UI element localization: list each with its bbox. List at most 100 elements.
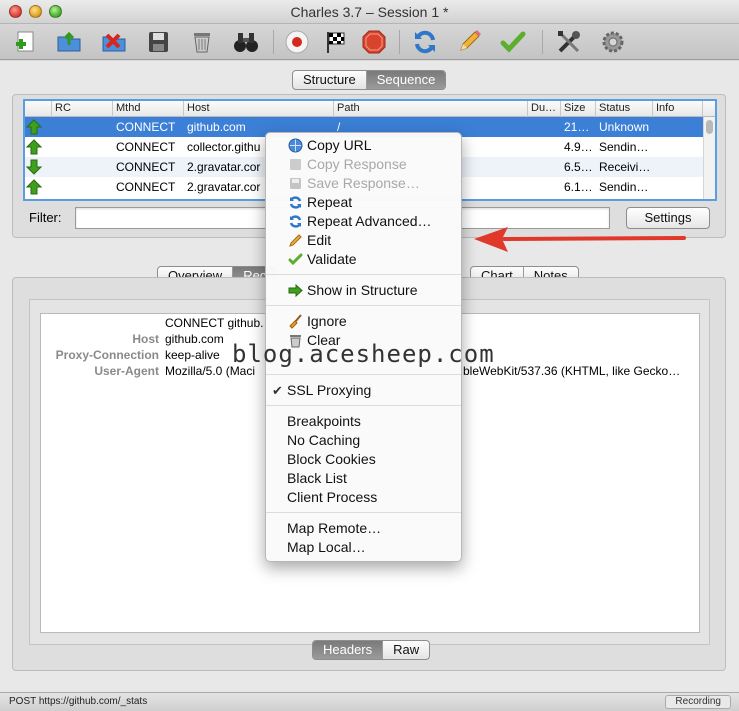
toolbar-separator [542, 30, 543, 54]
user-agent-continuation: bleWebKit/537.36 (KHTML, like Gecko… [463, 364, 681, 378]
menu-item-label: Edit [307, 232, 332, 248]
menu-item-repeat-advanced[interactable]: Repeat Advanced… [266, 212, 461, 231]
copy-response-icon [290, 159, 301, 170]
menu-item-edit[interactable]: Edit [266, 231, 461, 250]
menu-separator [266, 405, 461, 406]
down-arrow-icon [26, 159, 42, 175]
header-key: Proxy-Connection [55, 348, 159, 362]
watermark: blog.acesheep.com [232, 340, 495, 368]
menu-item-client-process[interactable]: Client Process [266, 488, 461, 507]
filter-label: Filter: [29, 210, 62, 225]
menu-item-black-list[interactable]: Black List [266, 469, 461, 488]
tab-sequence[interactable]: Sequence [366, 71, 446, 89]
toolbar-separator [399, 30, 400, 54]
status-text: POST https://github.com/_stats [9, 696, 148, 707]
toolbar-separator [273, 30, 274, 54]
menu-item-label: Map Remote… [287, 520, 382, 536]
body-view-tabs: Headers Raw [312, 640, 431, 660]
menu-item-map-local[interactable]: Map Local… [266, 538, 461, 557]
cell-size: 6.1… [564, 180, 593, 194]
menu-item-ignore[interactable]: Ignore [266, 312, 461, 331]
broom-icon [289, 314, 302, 329]
tab-headers[interactable]: Headers [313, 641, 384, 659]
table-scrollbar[interactable] [703, 117, 715, 199]
save-icon[interactable] [144, 28, 172, 56]
save-response-icon [290, 178, 301, 189]
menu-item-label: Block Cookies [287, 451, 376, 467]
tab-structure[interactable]: Structure [293, 71, 367, 89]
status-bar: POST https://github.com/_stats Recording [0, 692, 739, 711]
header-value: keep-alive [165, 348, 220, 362]
menu-item-label: Copy URL [307, 137, 372, 153]
menu-item-validate[interactable]: Validate [266, 250, 461, 269]
breakpoints-stop-icon[interactable] [360, 28, 388, 56]
cell-size: 4.9… [564, 140, 593, 154]
column-header-duration[interactable]: Du… [528, 101, 561, 117]
menu-separator [266, 374, 461, 375]
open-session-icon[interactable] [55, 28, 83, 56]
close-session-icon[interactable] [100, 28, 128, 56]
menu-item-block-cookies[interactable]: Block Cookies [266, 450, 461, 469]
menu-item-copy-response: Copy Response [266, 155, 461, 174]
column-header-size[interactable]: Size [561, 101, 596, 117]
menu-item-label: Black List [287, 470, 347, 486]
menu-item-breakpoints[interactable]: Breakpoints [266, 412, 461, 431]
settings-gear-icon[interactable] [599, 28, 627, 56]
validate-check-icon[interactable] [499, 28, 527, 56]
recording-badge[interactable]: Recording [665, 695, 731, 709]
menu-item-label: Validate [307, 251, 357, 267]
menu-item-map-remote[interactable]: Map Remote… [266, 519, 461, 538]
column-header-rc[interactable]: RC [52, 101, 113, 117]
cell-method: CONNECT [116, 120, 176, 134]
menu-item-label: Save Response… [307, 175, 420, 191]
menu-item-no-caching[interactable]: No Caching [266, 431, 461, 450]
menu-item-label: Ignore [307, 313, 347, 329]
new-session-icon[interactable] [12, 28, 40, 56]
menu-item-label: Map Local… [287, 539, 366, 555]
header-key: User-Agent [94, 364, 159, 378]
checkmark-icon: ✔ [272, 383, 283, 398]
binoculars-icon[interactable] [232, 28, 260, 56]
menu-item-label: SSL Proxying [287, 382, 372, 398]
column-header-path[interactable]: Path [334, 101, 528, 117]
trash-icon[interactable] [188, 28, 216, 56]
cell-size: 21… [564, 120, 590, 134]
menu-separator [266, 274, 461, 275]
check-icon [288, 253, 303, 266]
menu-item-label: Repeat [307, 194, 353, 210]
request-line: CONNECT github. [165, 316, 264, 330]
copy-url-icon [288, 138, 303, 153]
cell-method: CONNECT [116, 180, 176, 194]
record-icon[interactable] [283, 28, 311, 56]
menu-item-label: Copy Response [307, 156, 407, 172]
cell-method: CONNECT [116, 140, 176, 154]
menu-item-label: No Caching [287, 432, 361, 448]
tab-raw[interactable]: Raw [383, 641, 429, 659]
menu-item-ssl-proxying[interactable]: ✔ SSL Proxying [266, 381, 461, 400]
tools-icon[interactable] [555, 28, 583, 56]
menu-item-label: Show in Structure [307, 282, 418, 298]
menu-item-copy-url[interactable]: Copy URL [266, 136, 461, 155]
column-header-direction[interactable] [25, 101, 52, 117]
throttle-flag-icon[interactable] [322, 28, 350, 56]
menu-item-show-in-structure[interactable]: Show in Structure [266, 281, 461, 300]
edit-pencil-icon[interactable] [455, 28, 483, 56]
column-header-method[interactable]: Mthd [113, 101, 184, 117]
header-value: github.com [165, 332, 224, 346]
cell-method: CONNECT [116, 160, 176, 174]
repeat-advanced-icon [289, 215, 302, 228]
arrow-right-icon [288, 283, 303, 298]
up-arrow-icon [26, 139, 42, 155]
repeat-icon [289, 196, 302, 209]
scrollbar-thumb[interactable] [706, 120, 713, 134]
menu-item-label: Repeat Advanced… [307, 213, 432, 229]
column-header-status[interactable]: Status [596, 101, 653, 117]
view-segmented-control: Structure Sequence [292, 70, 447, 90]
menu-item-repeat[interactable]: Repeat [266, 193, 461, 212]
up-arrow-icon [26, 119, 42, 135]
column-header-info[interactable]: Info [653, 101, 703, 117]
column-header-host[interactable]: Host [184, 101, 334, 117]
menu-separator [266, 512, 461, 513]
cell-status: Receivi… [599, 160, 651, 174]
repeat-icon[interactable] [411, 28, 439, 56]
